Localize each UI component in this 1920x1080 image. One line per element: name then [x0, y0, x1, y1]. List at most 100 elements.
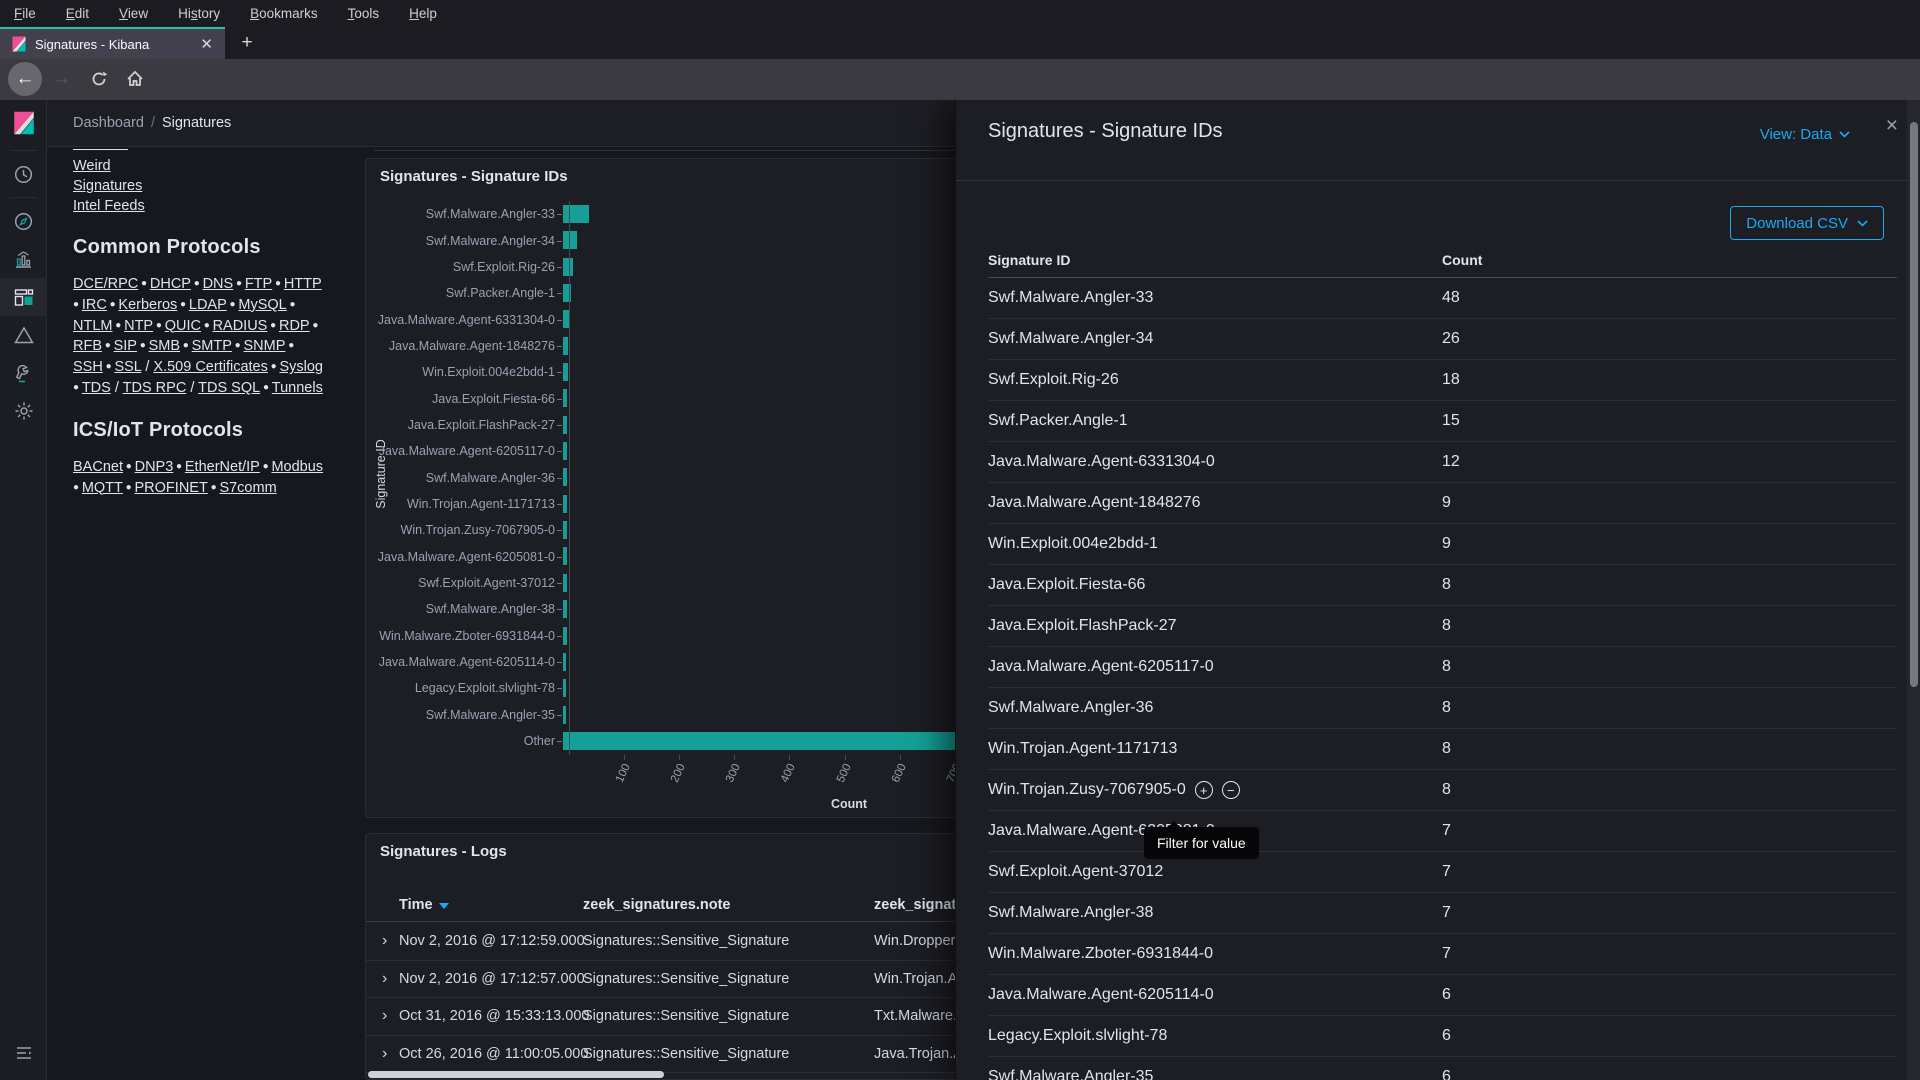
- management-icon[interactable]: [0, 392, 47, 430]
- table-row[interactable]: Swf.Malware.Angler-33 48: [988, 278, 1897, 319]
- kibana-logo[interactable]: [0, 100, 47, 146]
- expand-row-icon[interactable]: ›: [382, 1045, 387, 1063]
- chart-bar[interactable]: [563, 257, 573, 276]
- table-row[interactable]: Swf.Packer.Angle-1 15: [988, 401, 1897, 442]
- protocol-link[interactable]: Tunnels: [272, 380, 323, 396]
- chart-bar[interactable]: [563, 284, 572, 303]
- chart-bar[interactable]: [563, 521, 568, 540]
- view-data-menu[interactable]: View: Data: [1760, 126, 1850, 143]
- protocol-link[interactable]: NTLM: [73, 318, 112, 334]
- download-csv-button[interactable]: Download CSV: [1730, 206, 1884, 240]
- truncated-link[interactable]: [73, 144, 128, 150]
- protocol-link[interactable]: NTP: [124, 318, 153, 334]
- chart-bar[interactable]: [563, 600, 567, 619]
- back-button[interactable]: ←: [8, 62, 42, 96]
- protocol-link[interactable]: PROFINET: [135, 480, 208, 496]
- breadcrumb-dashboard[interactable]: Dashboard: [73, 115, 144, 131]
- visualize-icon[interactable]: [0, 240, 47, 278]
- close-icon[interactable]: ×: [1886, 114, 1898, 138]
- protocol-link[interactable]: RADIUS: [213, 318, 268, 334]
- tab-signatures-kibana[interactable]: Signatures - Kibana ✕: [0, 27, 225, 59]
- protocol-link[interactable]: SSL: [114, 359, 141, 375]
- protocol-link[interactable]: X.509 Certificates: [153, 359, 267, 375]
- menu-tools[interactable]: Tools: [348, 6, 380, 21]
- expand-row-icon[interactable]: ›: [382, 1007, 387, 1025]
- table-row[interactable]: Win.Trojan.Zusy-7067905-0 + − 8: [988, 770, 1897, 811]
- table-row[interactable]: Swf.Exploit.Agent-37012 7: [988, 852, 1897, 893]
- menu-help[interactable]: Help: [409, 6, 437, 21]
- table-row[interactable]: Java.Malware.Agent-6205114-0 6: [988, 975, 1897, 1016]
- table-row[interactable]: Java.Exploit.FlashPack-27 8: [988, 606, 1897, 647]
- expand-row-icon[interactable]: ›: [382, 932, 387, 950]
- protocol-link[interactable]: DNS: [203, 276, 234, 292]
- protocol-link[interactable]: Syslog: [279, 359, 323, 375]
- table-row[interactable]: Win.Trojan.Agent-1171713 8: [988, 729, 1897, 770]
- protocol-link[interactable]: BACnet: [73, 459, 123, 475]
- chart-bar[interactable]: [563, 336, 568, 355]
- table-row[interactable]: Legacy.Exploit.slvlight-78 6: [988, 1016, 1897, 1057]
- menu-bookmarks[interactable]: Bookmarks: [250, 6, 318, 21]
- chart-bar[interactable]: [563, 705, 567, 724]
- menu-file[interactable]: File: [14, 6, 36, 21]
- protocol-link[interactable]: DNP3: [135, 459, 174, 475]
- table-row[interactable]: Swf.Malware.Angler-36 8: [988, 688, 1897, 729]
- table-row[interactable]: Swf.Malware.Angler-35 6: [988, 1057, 1897, 1080]
- protocol-link[interactable]: SSH: [73, 359, 103, 375]
- chart-bar[interactable]: [563, 389, 568, 408]
- expand-row-icon[interactable]: ›: [382, 970, 387, 988]
- menu-edit[interactable]: Edit: [66, 6, 89, 21]
- protocol-link[interactable]: MQTT: [82, 480, 123, 496]
- chart-bar[interactable]: [563, 547, 567, 566]
- chart-bar[interactable]: [563, 573, 567, 592]
- table-row[interactable]: Java.Malware.Agent-1848276 9: [988, 483, 1897, 524]
- protocol-link[interactable]: DHCP: [150, 276, 191, 292]
- filter-out-value-icon[interactable]: −: [1221, 781, 1240, 799]
- flyout-scrollbar-thumb[interactable]: [1910, 122, 1918, 687]
- chart-bar[interactable]: [563, 442, 568, 461]
- protocol-link[interactable]: HTTP: [284, 276, 322, 292]
- alerts-icon[interactable]: [0, 316, 47, 354]
- logs-col-time[interactable]: Time: [399, 897, 449, 913]
- logs-horizontal-scrollbar[interactable]: [368, 1071, 664, 1078]
- protocol-link[interactable]: SMTP: [192, 338, 232, 354]
- protocol-link[interactable]: DCE/RPC: [73, 276, 138, 292]
- dashboard-icon[interactable]: [0, 278, 47, 316]
- protocol-link[interactable]: S7comm: [219, 480, 276, 496]
- logs-col-note[interactable]: zeek_signatures.note: [583, 897, 730, 913]
- table-row[interactable]: Java.Malware.Agent-6205117-0 8: [988, 647, 1897, 688]
- protocol-link[interactable]: TDS: [82, 380, 111, 396]
- protocol-link[interactable]: TDS RPC: [123, 380, 187, 396]
- table-row[interactable]: Swf.Malware.Angler-38 7: [988, 893, 1897, 934]
- table-row[interactable]: Java.Malware.Agent-6331304-0 12: [988, 442, 1897, 483]
- protocol-link[interactable]: RDP: [279, 318, 310, 334]
- protocol-link[interactable]: Kerberos: [118, 297, 177, 313]
- chart-bar[interactable]: [563, 494, 568, 513]
- link-signatures[interactable]: Signatures: [73, 176, 142, 196]
- discover-icon[interactable]: [0, 202, 47, 240]
- protocol-link[interactable]: IRC: [82, 297, 107, 313]
- table-row[interactable]: Win.Exploit.004e2bdd-1 9: [988, 524, 1897, 565]
- protocol-link[interactable]: SIP: [114, 338, 137, 354]
- chart-bar[interactable]: [563, 626, 567, 645]
- menu-history[interactable]: History: [178, 6, 220, 21]
- filter-for-value-icon[interactable]: +: [1194, 781, 1213, 799]
- protocol-link[interactable]: QUIC: [165, 318, 201, 334]
- protocol-link[interactable]: RFB: [73, 338, 102, 354]
- protocol-link[interactable]: LDAP: [189, 297, 227, 313]
- new-tab-button[interactable]: +: [233, 29, 261, 57]
- tab-close-icon[interactable]: ✕: [196, 35, 217, 53]
- protocol-link[interactable]: MySQL: [238, 297, 286, 313]
- chart-bar[interactable]: [563, 468, 568, 487]
- recent-icon[interactable]: [0, 155, 47, 193]
- chart-bar[interactable]: [563, 231, 578, 250]
- dev-tools-icon[interactable]: [0, 354, 47, 392]
- link-intel-feeds[interactable]: Intel Feeds: [73, 196, 145, 216]
- protocol-link[interactable]: EtherNet/IP: [185, 459, 260, 475]
- chart-bar[interactable]: [563, 652, 567, 671]
- link-weird[interactable]: Weird: [73, 156, 111, 176]
- reload-icon[interactable]: [90, 70, 108, 88]
- table-row[interactable]: Win.Malware.Zboter-6931844-0 7: [988, 934, 1897, 975]
- table-row[interactable]: Java.Exploit.Fiesta-66 8: [988, 565, 1897, 606]
- protocol-link[interactable]: FTP: [245, 276, 272, 292]
- chart-bar[interactable]: [563, 205, 590, 223]
